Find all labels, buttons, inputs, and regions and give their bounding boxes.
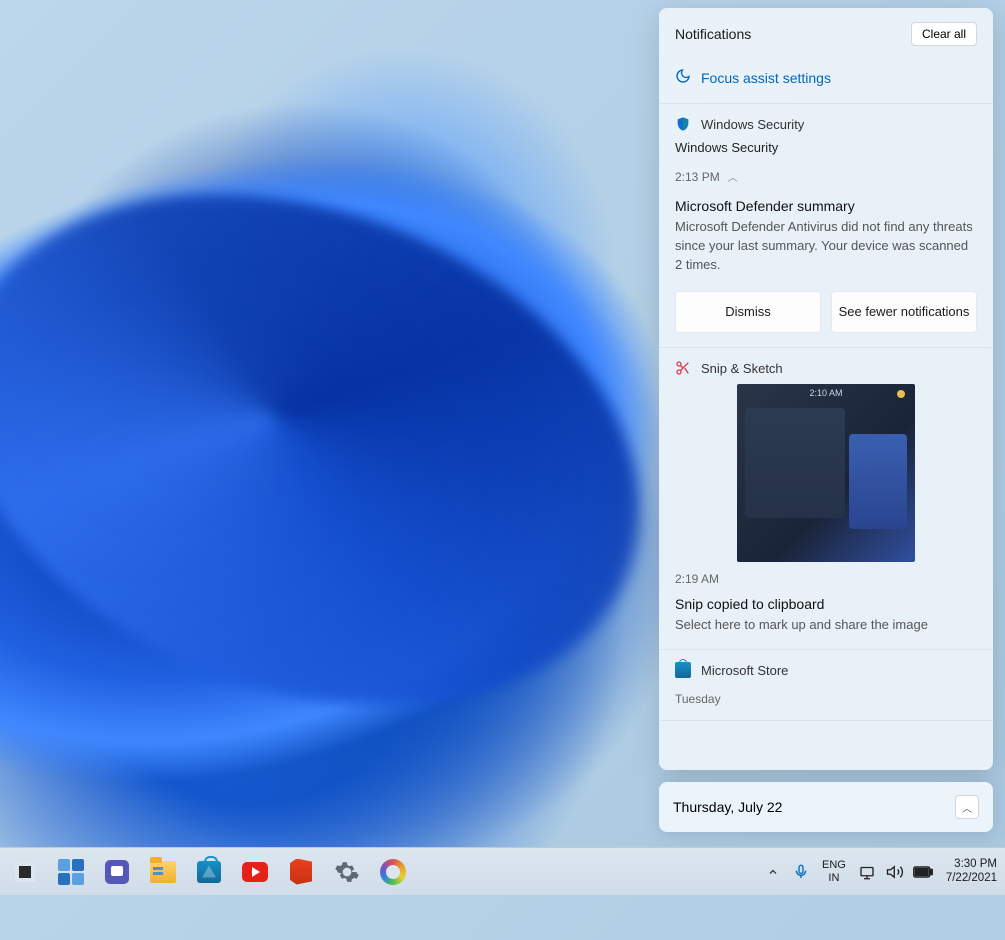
clock-button[interactable]: 3:30 PM 7/22/2021 — [940, 858, 997, 886]
language-top: ENG — [822, 859, 846, 872]
dismiss-button[interactable]: Dismiss — [675, 291, 821, 334]
moon-icon — [675, 68, 691, 87]
widgets-button[interactable] — [50, 851, 92, 893]
battery-button[interactable] — [912, 861, 934, 883]
palette-icon — [380, 859, 406, 885]
notification-app-name: Windows Security — [701, 117, 804, 132]
notification-title: Microsoft Defender summary — [675, 198, 977, 214]
notifications-header: Notifications Clear all — [659, 8, 993, 56]
settings-button[interactable] — [326, 851, 368, 893]
notification-time-row: Tuesday — [675, 692, 977, 706]
chevron-up-icon[interactable]: ︿ — [955, 795, 979, 819]
paint-button[interactable] — [372, 851, 414, 893]
taskbar-system-tray: ENG IN 3:30 PM 7/22/2021 — [762, 858, 997, 886]
clear-all-button[interactable]: Clear all — [911, 22, 977, 46]
notification-body: Select here to mark up and share the ima… — [675, 616, 977, 635]
scissors-icon — [675, 360, 691, 376]
start-button[interactable] — [4, 851, 46, 893]
notification-time: 2:19 AM — [675, 572, 719, 586]
notification-app-row: Microsoft Store — [675, 662, 977, 678]
notification-actions: Dismiss See fewer notifications — [675, 291, 977, 334]
microphone-button[interactable] — [790, 861, 812, 883]
clock-date: 7/22/2021 — [946, 872, 997, 886]
widgets-icon — [58, 859, 84, 885]
notifications-title: Notifications — [675, 26, 751, 42]
chat-button[interactable] — [96, 851, 138, 893]
focus-assist-link[interactable]: Focus assist settings — [659, 56, 993, 104]
notification-app-name: Microsoft Store — [701, 663, 788, 678]
store-icon — [197, 861, 221, 883]
notification-card-security[interactable]: Windows Security Windows Security 2:13 P… — [659, 104, 993, 348]
folder-icon — [150, 861, 176, 883]
notification-card-store[interactable]: Microsoft Store Tuesday — [659, 650, 993, 721]
thumbnail-time: 2:10 AM — [737, 388, 915, 398]
calendar-collapsed-bar[interactable]: Thursday, July 22 ︿ — [659, 782, 993, 832]
chat-icon — [105, 860, 129, 884]
notification-app-name: Snip & Sketch — [701, 361, 783, 376]
network-button[interactable] — [856, 861, 878, 883]
gear-icon — [334, 859, 360, 885]
notification-title: Snip copied to clipboard — [675, 596, 977, 612]
notification-time: Tuesday — [675, 692, 721, 706]
office-icon — [290, 859, 312, 885]
chevron-up-icon[interactable]: ︿ — [728, 169, 738, 184]
office-button[interactable] — [280, 851, 322, 893]
taskbar-pinned-apps — [4, 851, 414, 893]
file-explorer-button[interactable] — [142, 851, 184, 893]
notification-time-row: 2:13 PM ︿ — [675, 169, 977, 184]
notification-subtitle: Windows Security — [675, 140, 977, 155]
notification-app-row: Snip & Sketch — [675, 360, 977, 376]
calendar-date: Thursday, July 22 — [673, 799, 782, 815]
store-icon — [675, 662, 691, 678]
notification-body: Microsoft Defender Antivirus did not fin… — [675, 218, 977, 275]
language-bottom: IN — [822, 872, 846, 885]
notifications-list: Windows Security Windows Security 2:13 P… — [659, 104, 993, 770]
shield-icon — [675, 116, 691, 132]
notifications-panel: Notifications Clear all Focus assist set… — [659, 8, 993, 770]
clock-time: 3:30 PM — [946, 858, 997, 872]
screenshot-thumbnail[interactable]: 2:10 AM — [737, 384, 915, 562]
notification-time: 2:13 PM — [675, 170, 720, 184]
volume-button[interactable] — [884, 861, 906, 883]
see-fewer-button[interactable]: See fewer notifications — [831, 291, 977, 334]
youtube-icon — [242, 862, 268, 882]
language-indicator[interactable]: ENG IN — [818, 859, 850, 884]
notification-app-row: Windows Security — [675, 116, 977, 132]
youtube-button[interactable] — [234, 851, 276, 893]
start-icon — [15, 862, 35, 882]
taskbar: ENG IN 3:30 PM 7/22/2021 — [0, 847, 1005, 895]
notification-time-row: 2:19 AM — [675, 572, 977, 586]
focus-assist-label: Focus assist settings — [701, 70, 831, 86]
tray-overflow-button[interactable] — [762, 861, 784, 883]
notification-card-snip[interactable]: Snip & Sketch 2:10 AM 2:19 AM Snip copie… — [659, 348, 993, 650]
microsoft-store-button[interactable] — [188, 851, 230, 893]
